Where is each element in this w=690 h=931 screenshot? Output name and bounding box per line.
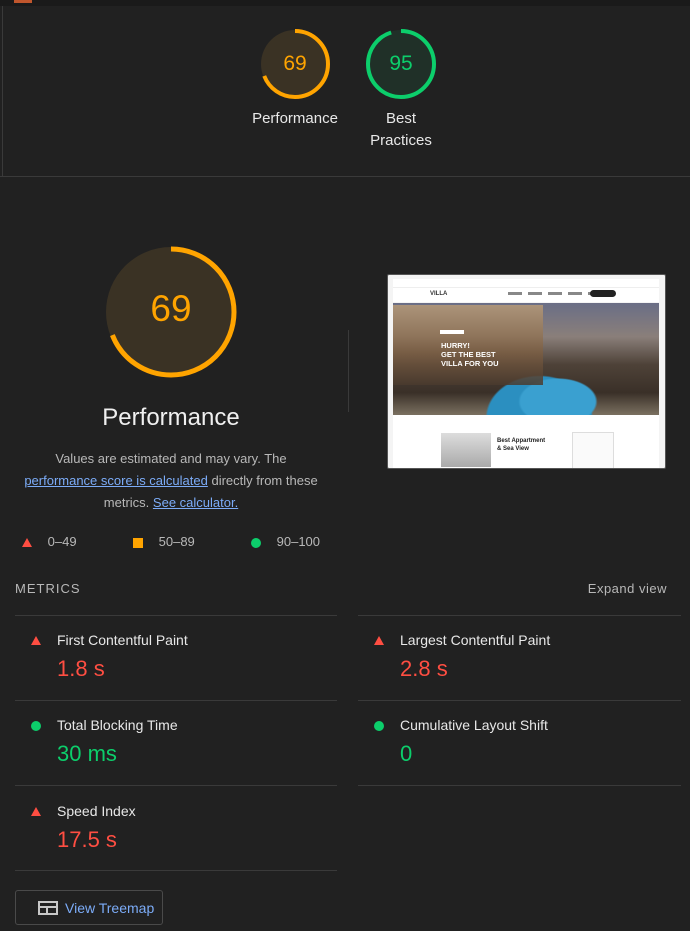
pass-circle-icon	[374, 721, 384, 731]
legend-pass: 90–100	[251, 533, 320, 551]
fail-triangle-icon	[31, 807, 41, 816]
fail-triangle-icon	[31, 636, 41, 645]
metric-speed-index: Speed Index 17.5 s	[15, 787, 315, 867]
screenshot-logo: VILLA	[430, 291, 448, 297]
screenshot-nav-button	[590, 290, 616, 297]
screenshot-hero-chip	[440, 330, 464, 334]
performance-description: Values are estimated and may vary. The p…	[24, 451, 318, 510]
performance-score: 69	[150, 288, 192, 329]
pass-circle-icon	[31, 721, 41, 731]
gauge-label-best-practices: Best Practices	[370, 110, 432, 149]
metric-first-contentful-paint: First Contentful Paint 1.8 s	[15, 616, 315, 696]
performance-score-link[interactable]: performance score is calculated	[24, 473, 208, 488]
metric-cumulative-layout-shift: Cumulative Layout Shift 0	[358, 701, 658, 781]
metric-largest-contentful-paint: Largest Contentful Paint 2.8 s	[358, 616, 658, 696]
gauge-score: 69	[283, 52, 307, 75]
final-screenshot-thumbnail[interactable]: VILLA HURRY! GET THE BEST VILLA FOR YOU …	[387, 274, 666, 469]
square-icon	[133, 537, 143, 548]
category-summary-header: 69 Performance 95 Best Practices	[0, 0, 690, 177]
view-treemap-button[interactable]: View Treemap	[15, 890, 163, 925]
legend-fail: 0–49	[22, 533, 77, 551]
metrics-heading: METRICS	[15, 581, 81, 596]
see-calculator-link[interactable]: See calculator.	[153, 495, 238, 510]
screenshot-topbar	[393, 279, 659, 288]
performance-title: Performance	[102, 404, 240, 431]
fail-triangle-icon	[374, 636, 384, 645]
gauge-best-practices-small[interactable]: 95	[365, 28, 437, 100]
treemap-icon	[38, 901, 58, 915]
divider	[2, 6, 3, 176]
circle-icon	[251, 537, 261, 548]
divider	[15, 870, 337, 871]
gauge-score: 95	[389, 52, 413, 75]
legend-average: 50–89	[133, 533, 195, 551]
screenshot-card-title: Best Appartment & Sea View	[497, 438, 546, 452]
screenshot-hero-text: HURRY! GET THE BEST VILLA FOR YOU	[441, 341, 499, 368]
screenshot-card-box	[572, 432, 614, 468]
gauge-label-performance: Performance	[252, 110, 338, 127]
screenshot-card-image	[441, 433, 491, 467]
expand-view-toggle[interactable]: Expand view	[588, 581, 667, 596]
triangle-icon	[22, 538, 32, 548]
performance-gauge: 69	[104, 245, 238, 379]
gauge-performance-small[interactable]: 69	[259, 28, 331, 100]
divider	[15, 785, 337, 786]
divider	[358, 785, 681, 786]
metric-total-blocking-time: Total Blocking Time 30 ms	[15, 701, 315, 781]
divider	[348, 330, 349, 412]
